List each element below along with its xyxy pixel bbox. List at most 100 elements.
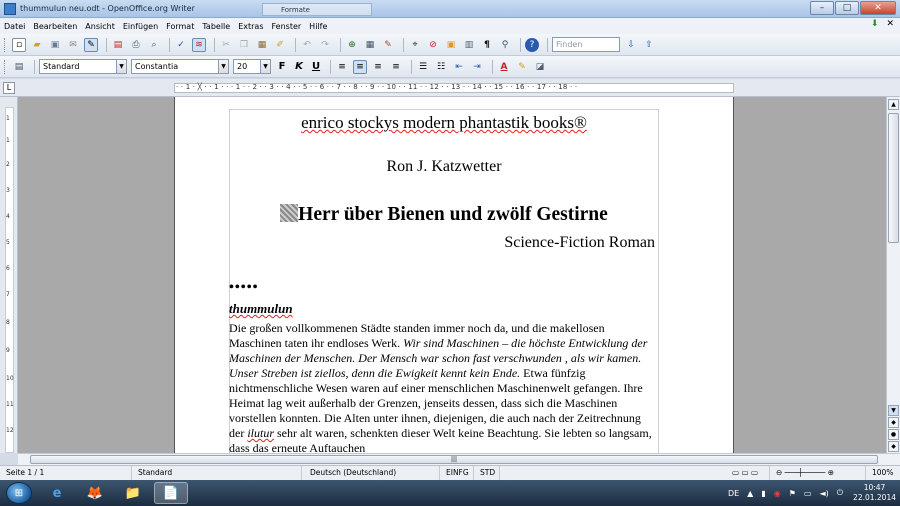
new-document-icon[interactable]: ▫	[12, 37, 26, 52]
open-folder-icon[interactable]: ▰	[30, 38, 44, 52]
body-paragraph[interactable]: Die großen vollkommenen Städte standen i…	[229, 321, 659, 453]
horizontal-scrollbar[interactable]: |||	[18, 453, 900, 465]
menu-einfuegen[interactable]: Einfügen	[123, 22, 158, 31]
menu-format[interactable]: Format	[166, 22, 194, 31]
toolbar-grip[interactable]	[4, 59, 7, 74]
previous-page-icon[interactable]: ◆	[888, 417, 899, 428]
highlight-icon[interactable]: ✎	[515, 60, 529, 74]
genre-line[interactable]: Science-Fiction Roman	[229, 234, 659, 252]
increase-indent-icon[interactable]: ⇥	[470, 60, 484, 74]
font-name-select[interactable]: Constantia ▼	[131, 59, 229, 74]
language-indicator-tray[interactable]: DE	[728, 489, 739, 498]
font-size-select[interactable]: 20 ▼	[233, 59, 271, 74]
decrease-indent-icon[interactable]: ⇤	[452, 60, 466, 74]
horizontal-ruler[interactable]: L · · 1 · ╳ · · 1 · · · 1 · · 2 · · 3 · …	[0, 79, 900, 97]
underline-button[interactable]: U	[309, 60, 323, 74]
clock[interactable]: 10:47 22.01.2014	[853, 483, 896, 503]
numbering-icon[interactable]: ☰	[416, 60, 430, 74]
hyperlink-icon[interactable]: ⊕	[345, 38, 359, 52]
insert-mode-indicator[interactable]: EINFG	[442, 466, 474, 480]
book-title-line[interactable]: Herr über Bienen und zwölf Gestirne	[229, 204, 659, 226]
help-icon[interactable]: ?	[525, 37, 539, 52]
selection-mode-indicator[interactable]: STD	[476, 466, 500, 480]
print-preview-icon[interactable]: ⌕	[147, 38, 161, 52]
paste-icon[interactable]: ▦	[255, 38, 269, 52]
find-previous-icon[interactable]: ⇧	[642, 38, 656, 52]
menu-hilfe[interactable]: Hilfe	[309, 22, 327, 31]
taskbar-explorer[interactable]: 📁	[116, 482, 150, 504]
chevron-down-icon[interactable]: ▼	[116, 60, 126, 73]
vertical-scroll-thumb[interactable]	[888, 113, 899, 243]
maximize-button[interactable]: □	[835, 1, 859, 15]
menu-bearbeiten[interactable]: Bearbeiten	[33, 22, 77, 31]
format-paintbrush-icon[interactable]: ✐	[273, 38, 287, 52]
copy-icon[interactable]: ❐	[237, 38, 251, 52]
network-icon[interactable]: ▮	[761, 489, 765, 498]
navigator-icon[interactable]: ⊘	[426, 38, 440, 52]
zoom-level[interactable]: 100%	[868, 466, 900, 480]
vertical-ruler[interactable]: 1 1 2 3 4 5 6 7 8 9 10 11 12	[0, 97, 18, 453]
menu-datei[interactable]: Datei	[4, 22, 25, 31]
chevron-down-icon[interactable]: ▼	[260, 60, 270, 73]
minimize-button[interactable]: –	[810, 1, 834, 15]
find-replace-icon[interactable]: ⌖	[408, 38, 422, 52]
bullets-icon[interactable]: ☷	[434, 60, 448, 74]
download-icon[interactable]: ⬇	[871, 19, 879, 29]
gallery-icon[interactable]: ▣	[444, 38, 458, 52]
author-line[interactable]: Ron J. Katzwetter	[229, 158, 659, 176]
edit-file-icon[interactable]: ✎	[84, 37, 98, 52]
page-indicator[interactable]: Seite 1 / 1	[2, 466, 132, 480]
undo-icon[interactable]: ↶	[300, 38, 314, 52]
next-page-icon[interactable]: ◆	[888, 441, 899, 452]
taskbar-firefox[interactable]: 🦊	[78, 482, 112, 504]
language-indicator[interactable]: Deutsch (Deutschland)	[304, 466, 440, 480]
document-area[interactable]: enrico stockys modern phantastik books® …	[18, 97, 886, 453]
zoom-slider[interactable]: ⊖ ───┼───── ⊕	[772, 466, 866, 480]
spellcheck-icon[interactable]: ✓	[174, 38, 188, 52]
show-hidden-icons-icon[interactable]: ▲	[747, 489, 753, 498]
flag-icon[interactable]: ⚑	[789, 489, 796, 498]
find-next-icon[interactable]: ⇩	[624, 38, 638, 52]
close-button[interactable]: ✕	[860, 1, 896, 15]
print-icon[interactable]: ⎙	[129, 38, 143, 52]
background-color-icon[interactable]: ◪	[533, 60, 547, 74]
scroll-up-icon[interactable]: ▲	[888, 99, 899, 110]
taskbar-writer[interactable]: 📄	[154, 482, 188, 504]
styles-formatting-icon[interactable]: ▤	[12, 60, 26, 74]
close-document-icon[interactable]: ✕	[886, 19, 894, 29]
align-center-icon[interactable]: ≡	[353, 59, 367, 74]
redo-icon[interactable]: ↷	[318, 38, 332, 52]
align-left-icon[interactable]: ≡	[335, 60, 349, 74]
autospellcheck-icon[interactable]: ≋	[192, 37, 206, 52]
antivirus-icon[interactable]: ◉	[774, 489, 781, 498]
cut-icon[interactable]: ✂	[219, 38, 233, 52]
battery-icon[interactable]: ▭	[804, 489, 812, 498]
font-color-icon[interactable]: A	[497, 60, 511, 74]
document-page[interactable]: enrico stockys modern phantastik books® …	[174, 97, 734, 453]
power-icon[interactable]: ⏻	[837, 488, 843, 498]
find-input[interactable]: Finden	[552, 37, 620, 52]
layout-buttons[interactable]: ▭ ▭ ▭	[728, 466, 770, 480]
toolbar-grip[interactable]	[4, 37, 7, 52]
menu-ansicht[interactable]: Ansicht	[85, 22, 115, 31]
tab-stop-type-icon[interactable]: L	[3, 82, 15, 94]
data-sources-icon[interactable]: ▥	[462, 38, 476, 52]
export-pdf-icon[interactable]: ▤	[111, 38, 125, 52]
menu-extras[interactable]: Extras	[238, 22, 263, 31]
navigation-icon[interactable]: ●	[888, 429, 899, 440]
volume-icon[interactable]: ◄)	[819, 489, 828, 498]
align-right-icon[interactable]: ≡	[371, 60, 385, 74]
show-draw-icon[interactable]: ✎	[381, 38, 395, 52]
menu-fenster[interactable]: Fenster	[272, 22, 302, 31]
horizontal-scroll-thumb[interactable]: |||	[30, 455, 878, 464]
vertical-scrollbar[interactable]: ▲ ▼ ◆ ● ◆	[886, 97, 900, 453]
paragraph-style-select[interactable]: Standard ▼	[39, 59, 127, 74]
bullet-separator[interactable]: •••••	[229, 280, 659, 296]
chevron-down-icon[interactable]: ▼	[218, 60, 228, 73]
chapter-heading[interactable]: thummulun	[229, 301, 659, 317]
scroll-down-icon[interactable]: ▼	[888, 405, 899, 416]
taskbar-ie[interactable]: e	[40, 482, 74, 504]
table-icon[interactable]: ▦	[363, 38, 377, 52]
formatting-marks-icon[interactable]: ¶	[480, 38, 494, 52]
start-button[interactable]: ⊞	[6, 482, 32, 504]
